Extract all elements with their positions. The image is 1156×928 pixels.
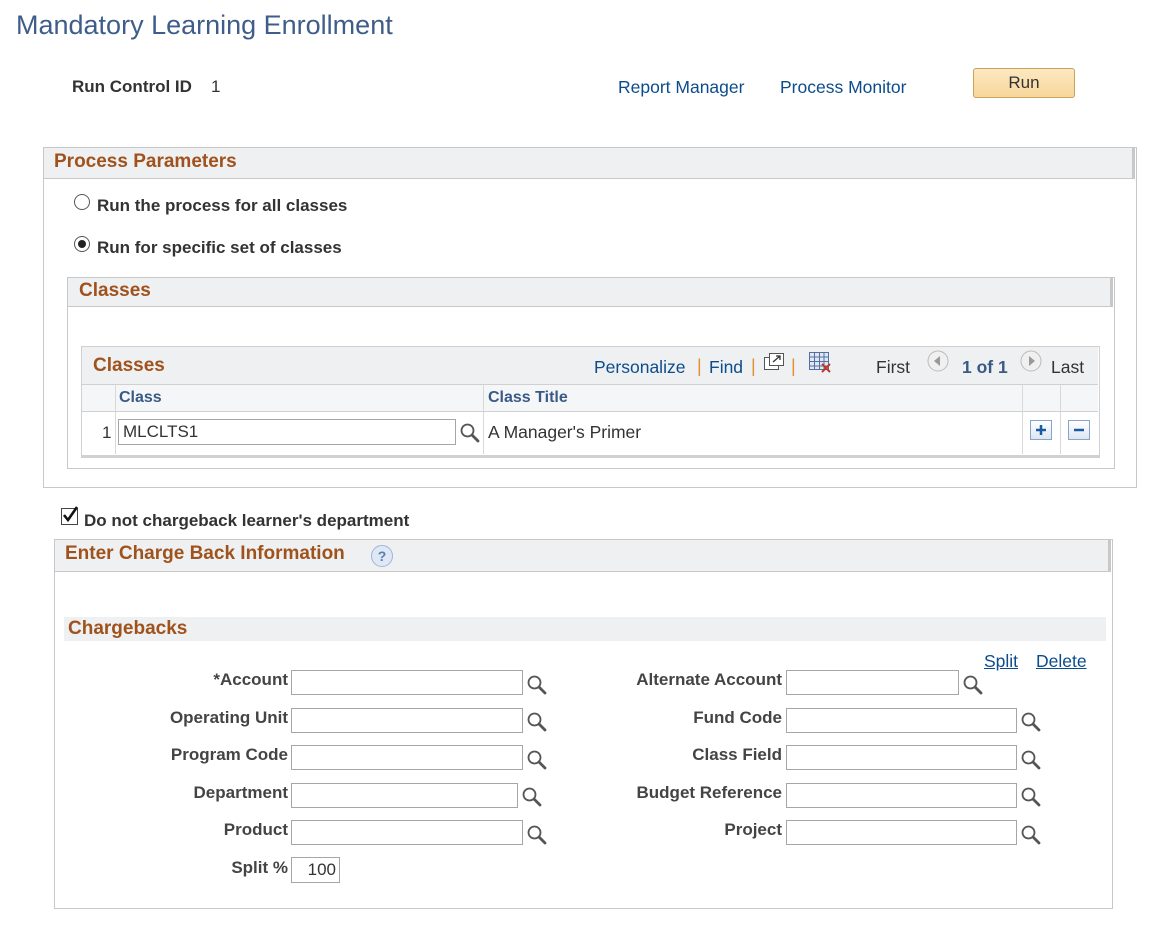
product-input[interactable]: [291, 820, 523, 845]
grid-header-row: [82, 384, 1098, 412]
run-control-value: 1: [211, 77, 221, 96]
chargeback-checkbox[interactable]: [61, 506, 79, 525]
charge-back-title: Enter Charge Back Information: [65, 543, 345, 564]
col-header-class[interactable]: Class: [119, 389, 162, 407]
chargeback-checkbox-label: Do not chargeback learner's department: [84, 511, 410, 530]
budget-reference-label: Budget Reference: [636, 783, 782, 802]
process-parameters-header: Process Parameters: [44, 148, 1135, 179]
alternate-account-input[interactable]: [786, 670, 959, 695]
chargebacks-section-title: Chargebacks: [68, 618, 188, 639]
search-icon[interactable]: [526, 711, 548, 733]
class-title-value: A Manager's Primer: [488, 422, 642, 442]
search-icon[interactable]: [459, 422, 481, 444]
col-divider: [1060, 384, 1061, 454]
personalize-link[interactable]: Personalize: [594, 357, 685, 378]
search-icon[interactable]: [526, 749, 548, 771]
project-label: Project: [724, 820, 782, 839]
class-input[interactable]: [118, 419, 456, 445]
alternate-account-label: Alternate Account: [636, 670, 782, 689]
search-icon[interactable]: [526, 824, 548, 846]
fund-code-label: Fund Code: [693, 708, 782, 727]
zoom-grid-icon[interactable]: [763, 352, 785, 372]
classes-box-title: Classes: [79, 280, 151, 301]
row-number: 1: [102, 423, 112, 442]
run-button[interactable]: Run: [973, 68, 1075, 98]
delete-link[interactable]: Delete: [1036, 651, 1087, 672]
process-monitor-link[interactable]: Process Monitor: [780, 77, 906, 98]
help-icon[interactable]: ?: [370, 544, 394, 568]
search-icon[interactable]: [526, 674, 548, 696]
program-code-label: Program Code: [170, 745, 288, 764]
radio-specific-classes-label: Run for specific set of classes: [97, 238, 342, 257]
delete-row-button[interactable]: [1068, 420, 1090, 440]
split-link[interactable]: Split: [984, 651, 1018, 672]
previous-icon[interactable]: [927, 350, 949, 372]
add-row-icon: [1036, 425, 1046, 435]
find-link[interactable]: Find: [709, 357, 743, 378]
svg-text:?: ?: [378, 548, 387, 564]
col-header-class-title[interactable]: Class Title: [488, 389, 568, 407]
process-parameters-title: Process Parameters: [54, 151, 237, 172]
operating-unit-input[interactable]: [291, 708, 523, 733]
operating-unit-label: Operating Unit: [169, 708, 288, 727]
account-input[interactable]: [291, 670, 523, 695]
project-input[interactable]: [786, 820, 1017, 845]
radio-all-classes-label: Run the process for all classes: [97, 196, 348, 215]
search-icon[interactable]: [1020, 824, 1042, 846]
search-icon[interactable]: [1020, 711, 1042, 733]
split-pct-input[interactable]: [291, 857, 340, 883]
download-grid-icon[interactable]: [808, 351, 832, 373]
grid-title: Classes: [93, 355, 165, 376]
program-code-input[interactable]: [291, 745, 523, 770]
department-input[interactable]: [291, 783, 518, 808]
run-control-label: Run Control ID: [72, 77, 192, 96]
nav-separator: |: [751, 356, 756, 376]
nav-separator: |: [791, 356, 796, 376]
col-divider: [115, 384, 116, 454]
add-row-button[interactable]: [1030, 420, 1052, 440]
class-field-input[interactable]: [786, 745, 1017, 770]
radio-all-classes[interactable]: [74, 194, 90, 210]
chargebacks-section-bar: Chargebacks: [64, 617, 1106, 641]
fund-code-input[interactable]: [786, 708, 1017, 733]
col-divider: [1022, 384, 1023, 454]
delete-row-icon: [1074, 428, 1084, 432]
account-label: *Account: [213, 670, 288, 689]
next-icon[interactable]: [1020, 350, 1042, 372]
radio-specific-classes[interactable]: [74, 236, 90, 252]
last-label: Last: [1051, 357, 1085, 377]
department-label: Department: [193, 783, 288, 802]
checkmark-icon: [62, 506, 79, 523]
charge-back-header: Enter Charge Back Information ?: [55, 540, 1111, 572]
col-divider: [483, 384, 484, 454]
page-title: Mandatory Learning Enrollment: [16, 10, 393, 40]
search-icon[interactable]: [521, 786, 543, 808]
page-info: 1 of 1: [962, 357, 1008, 377]
first-label: First: [876, 357, 911, 377]
search-icon[interactable]: [1020, 786, 1042, 808]
report-manager-link[interactable]: Report Manager: [618, 77, 744, 98]
nav-separator: |: [697, 356, 702, 376]
search-icon[interactable]: [1020, 749, 1042, 771]
class-field-label: Class Field: [692, 745, 782, 764]
search-icon[interactable]: [962, 674, 984, 696]
product-label: Product: [223, 820, 288, 839]
budget-reference-input[interactable]: [786, 783, 1017, 808]
split-pct-label: Split %: [231, 858, 288, 877]
classes-box-header: Classes: [68, 278, 1113, 307]
